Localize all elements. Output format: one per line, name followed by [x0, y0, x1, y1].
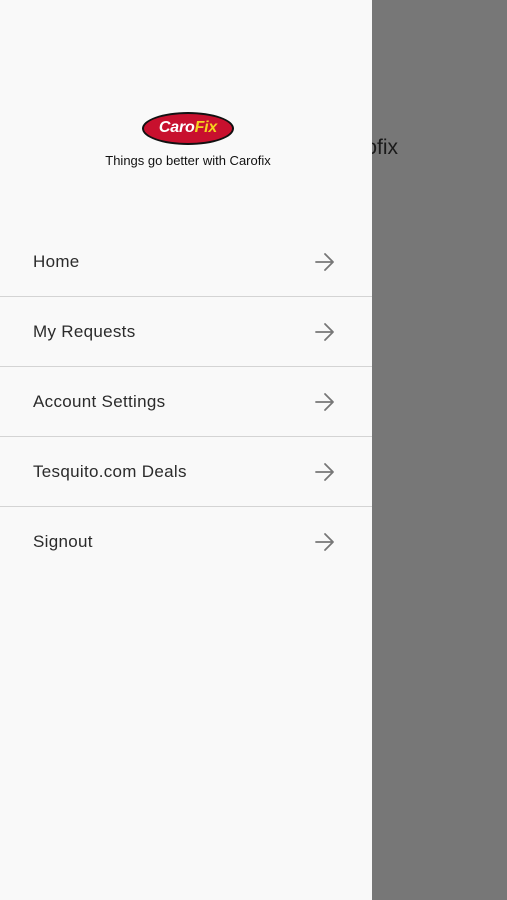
drawer-menu: Home My Requests Account Settings Tesqui…: [0, 227, 372, 576]
app-screen: ofix CaroFix Things go better with Carof…: [0, 0, 507, 900]
carofix-logo: CaroFix: [142, 112, 234, 145]
menu-item-signout[interactable]: Signout: [0, 507, 372, 576]
logo-tagline: Things go better with Carofix: [105, 153, 271, 168]
menu-item-label: Account Settings: [33, 391, 166, 411]
menu-item-label: Home: [33, 251, 80, 271]
arrow-right-icon: [315, 253, 334, 271]
menu-item-account-settings[interactable]: Account Settings: [0, 367, 372, 437]
menu-item-my-requests[interactable]: My Requests: [0, 297, 372, 367]
logo-wordmark: CaroFix: [144, 119, 232, 137]
menu-item-deals[interactable]: Tesquito.com Deals: [0, 437, 372, 507]
arrow-right-icon: [315, 533, 334, 551]
logo-wordmark-fix: Fix: [194, 119, 218, 136]
menu-item-home[interactable]: Home: [0, 227, 372, 297]
arrow-right-icon: [315, 463, 334, 481]
arrow-right-icon: [315, 323, 334, 341]
menu-item-label: Tesquito.com Deals: [33, 461, 187, 481]
logo-area: CaroFix Things go better with Carofix: [0, 112, 376, 168]
arrow-right-icon: [315, 393, 334, 411]
navigation-drawer: CaroFix Things go better with Carofix Ho…: [0, 0, 372, 900]
logo-wordmark-caro: Caro: [158, 119, 195, 136]
menu-item-label: My Requests: [33, 321, 136, 341]
menu-item-label: Signout: [33, 531, 93, 551]
